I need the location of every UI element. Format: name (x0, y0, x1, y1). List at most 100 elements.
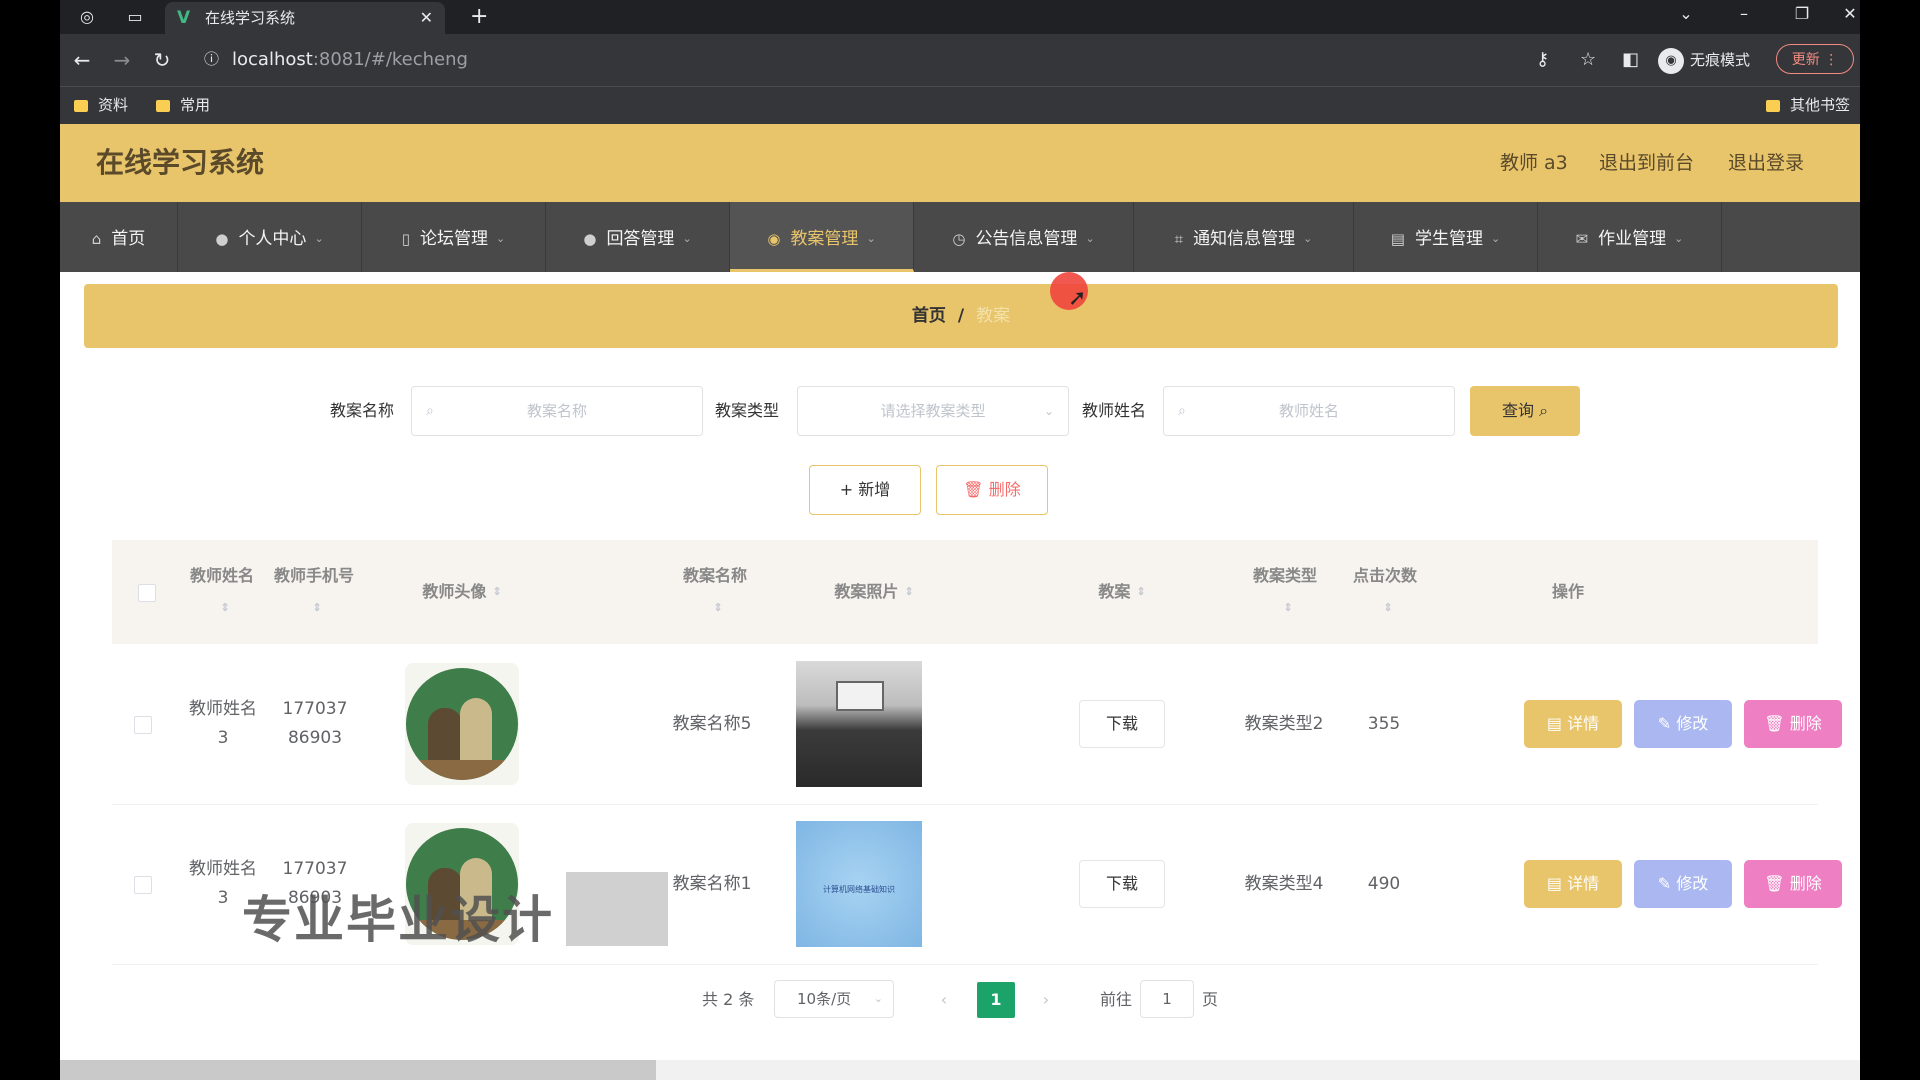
logout-link[interactable]: 退出登录 (1728, 124, 1804, 202)
th-lesson-type[interactable]: 教案类型 ⇕ (1240, 540, 1330, 644)
scrollbar-thumb[interactable] (60, 1060, 656, 1080)
sort-icon[interactable]: ⇕ (492, 577, 501, 607)
delete-button[interactable]: 🗑 删除 (1744, 700, 1842, 748)
star-icon[interactable]: ☆ (1580, 46, 1596, 74)
row-checkbox[interactable] (134, 716, 152, 734)
th-lesson-name[interactable]: 教案名称 ⇕ (670, 540, 760, 644)
lesson-name-label: 教案名称 (330, 401, 395, 420)
download-button[interactable]: 下载 (1079, 700, 1165, 748)
batch-delete-button[interactable]: 🗑 删除 (936, 465, 1048, 515)
row-checkbox[interactable] (134, 876, 152, 894)
mail-icon: ✉ (1575, 230, 1589, 248)
th-teacher-avatar[interactable]: 教师头像 ⇕ (374, 540, 550, 644)
delete-button[interactable]: 🗑 删除 (1744, 860, 1842, 908)
browser-tab[interactable]: V 在线学习系统 ✕ (165, 2, 445, 34)
menu-item-lesson-plans[interactable]: ◉ 教案管理 ⌄ (730, 202, 914, 272)
lesson-photo-network[interactable]: 计算机网络基础知识 (796, 821, 922, 947)
bookmarks-bar: 资料 常用 其他书签 (60, 86, 1860, 124)
teacher-name-input[interactable]: ⌕ 教师姓名 (1163, 386, 1455, 436)
site-info-icon[interactable]: ⓘ (204, 48, 219, 69)
horizontal-scrollbar[interactable] (60, 1060, 1860, 1080)
menu-label: 首页 (111, 229, 146, 249)
menu-item-home[interactable]: ⌂ 首页 (60, 202, 178, 272)
plus-icon: + (839, 480, 854, 499)
sort-icon[interactable]: ⇕ (713, 593, 722, 623)
teacher-avatar-image[interactable] (405, 663, 519, 785)
sidepanel-icon[interactable]: ◧ (1622, 46, 1639, 74)
table-header: 教师姓名 ⇕ 教师手机号 ⇕ 教师头像 ⇕ 教案名称 ⇕ 教案照片 ⇕ 教案 ⇕ 教案类型 ⇕… (112, 540, 1818, 644)
next-page-icon[interactable]: › (1028, 982, 1064, 1018)
menu-item-notices[interactable]: ⌗ 通知信息管理 ⌄ (1134, 202, 1354, 272)
tab-strip: ◎ ▭ V 在线学习系统 ✕ + ⌄ – ❐ ✕ (60, 0, 1860, 34)
th-lesson-file[interactable]: 教案 ⇕ (1062, 540, 1182, 644)
query-button[interactable]: 查询 ⌕ (1470, 386, 1580, 436)
detail-button[interactable]: ▤ 详情 (1524, 860, 1622, 908)
th-lesson-photo[interactable]: 教案照片 ⇕ (794, 540, 954, 644)
edit-button[interactable]: ✎ 修改 (1634, 700, 1732, 748)
edit-button[interactable]: ✎ 修改 (1634, 860, 1732, 908)
tab-list-icon[interactable]: ⌄ (1666, 0, 1706, 30)
cell-lesson-type: 教案类型2 (1244, 713, 1324, 734)
other-bookmarks-label: 其他书签 (1790, 96, 1851, 114)
lesson-type-label: 教案类型 (715, 401, 780, 420)
sort-icon[interactable]: ⇕ (220, 593, 229, 623)
lesson-photo-classroom[interactable] (796, 661, 922, 787)
breadcrumb-home[interactable]: 首页 (912, 306, 946, 326)
restore-icon[interactable]: ❐ (1782, 0, 1822, 30)
other-bookmarks[interactable]: 其他书签 (1766, 87, 1850, 123)
reload-icon[interactable]: ↻ (148, 46, 176, 74)
menu-label: 个人中心 (238, 229, 307, 249)
bookmark-folder-2[interactable]: 常用 (156, 87, 210, 123)
page-size-select[interactable]: 10条/页 ⌄ (774, 980, 894, 1018)
menu-item-students[interactable]: ▤ 学生管理 ⌄ (1354, 202, 1538, 272)
window-close-icon[interactable]: ✕ (1840, 0, 1860, 30)
menu-label: 学生管理 (1414, 229, 1483, 249)
prev-page-icon[interactable]: ‹ (926, 982, 962, 1018)
tab-search-icon[interactable]: ▭ (124, 6, 146, 28)
add-button[interactable]: + 新增 (809, 465, 921, 515)
globe-icon[interactable]: ◎ (76, 6, 98, 28)
trash-icon: 🗑 (1764, 874, 1785, 893)
th-label: 教案类型 (1252, 566, 1317, 585)
key-icon[interactable]: ⚷ (1536, 46, 1549, 74)
lesson-name-input[interactable]: ⌕ 教案名称 (411, 386, 703, 436)
chevron-down-icon: ⌄ (873, 992, 883, 1005)
detail-button[interactable]: ▤ 详情 (1524, 700, 1622, 748)
back-icon[interactable]: ← (68, 46, 96, 74)
forward-icon[interactable]: → (108, 46, 136, 74)
menu-item-answers[interactable]: ● 回答管理 ⌄ (546, 202, 730, 272)
menu-item-personal[interactable]: ● 个人中心 ⌄ (178, 202, 362, 272)
menu-item-forum[interactable]: ▯ 论坛管理 ⌄ (362, 202, 546, 272)
photo-caption: 计算机网络基础知识 (823, 885, 895, 894)
trash-icon: 🗑 (963, 480, 984, 499)
cell-lesson-name: 教案名称1 (672, 873, 752, 894)
sort-icon[interactable]: ⇕ (1136, 577, 1145, 607)
bookmark-label: 常用 (180, 96, 211, 114)
back-to-front-link[interactable]: 退出到前台 (1599, 124, 1694, 202)
th-teacher-phone[interactable]: 教师手机号 ⇕ (266, 540, 362, 644)
sort-icon[interactable]: ⇕ (312, 593, 321, 623)
new-tab-icon[interactable]: + (470, 2, 488, 32)
th-clicks[interactable]: 点击次数 ⇕ (1340, 540, 1430, 644)
folder-icon (1766, 99, 1780, 112)
incognito-indicator[interactable]: ◉ 无痕模式 (1658, 42, 1750, 78)
sort-icon[interactable]: ⇕ (1283, 593, 1292, 623)
minimize-icon[interactable]: – (1724, 0, 1764, 30)
pencil-icon: ✎ (1657, 714, 1672, 733)
update-button[interactable]: 更新 ⋮ (1776, 44, 1854, 74)
th-label: 操作 (1551, 582, 1584, 601)
menu-item-announcements[interactable]: ◷ 公告信息管理 ⌄ (914, 202, 1134, 272)
goto-page-input[interactable]: 1 (1140, 980, 1194, 1018)
page-number-current[interactable]: 1 (977, 982, 1015, 1018)
tab-close-icon[interactable]: ✕ (420, 2, 433, 34)
lesson-type-select[interactable]: 请选择教案类型 ⌄ (797, 386, 1069, 436)
th-teacher-name[interactable]: 教师姓名 ⇕ (180, 540, 264, 644)
menu-item-homework[interactable]: ✉ 作业管理 ⌄ (1538, 202, 1722, 272)
download-button[interactable]: 下载 (1079, 860, 1165, 908)
select-all-checkbox[interactable] (138, 584, 156, 602)
address-bar[interactable]: ⓘ localhost:8081/#/kecheng (200, 42, 1700, 78)
sort-icon[interactable]: ⇕ (1383, 593, 1392, 623)
folder-icon (74, 99, 88, 112)
sort-icon[interactable]: ⇕ (904, 577, 913, 607)
bookmark-folder-1[interactable]: 资料 (74, 87, 128, 123)
